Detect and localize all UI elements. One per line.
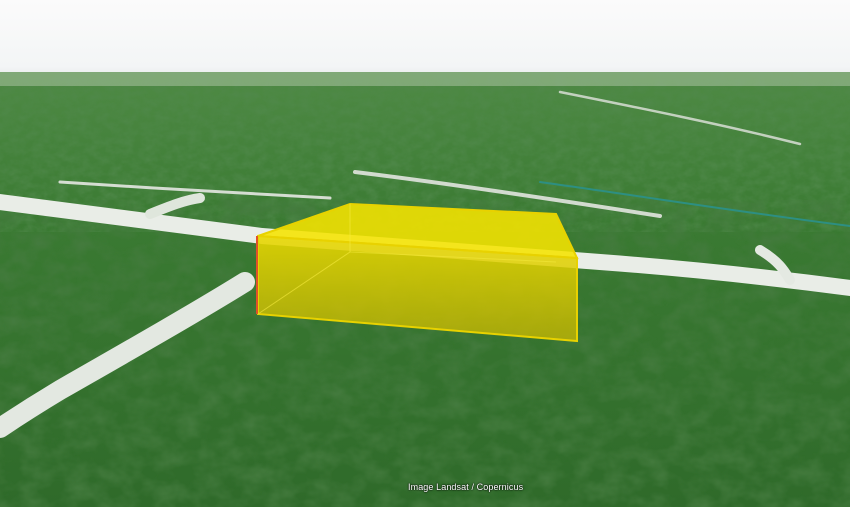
imagery-attribution: Image Landsat / Copernicus (408, 482, 524, 492)
horizon-haze (0, 72, 850, 86)
terrain-view[interactable] (0, 0, 850, 507)
map-viewport[interactable]: Image Landsat / Copernicus (0, 0, 850, 507)
